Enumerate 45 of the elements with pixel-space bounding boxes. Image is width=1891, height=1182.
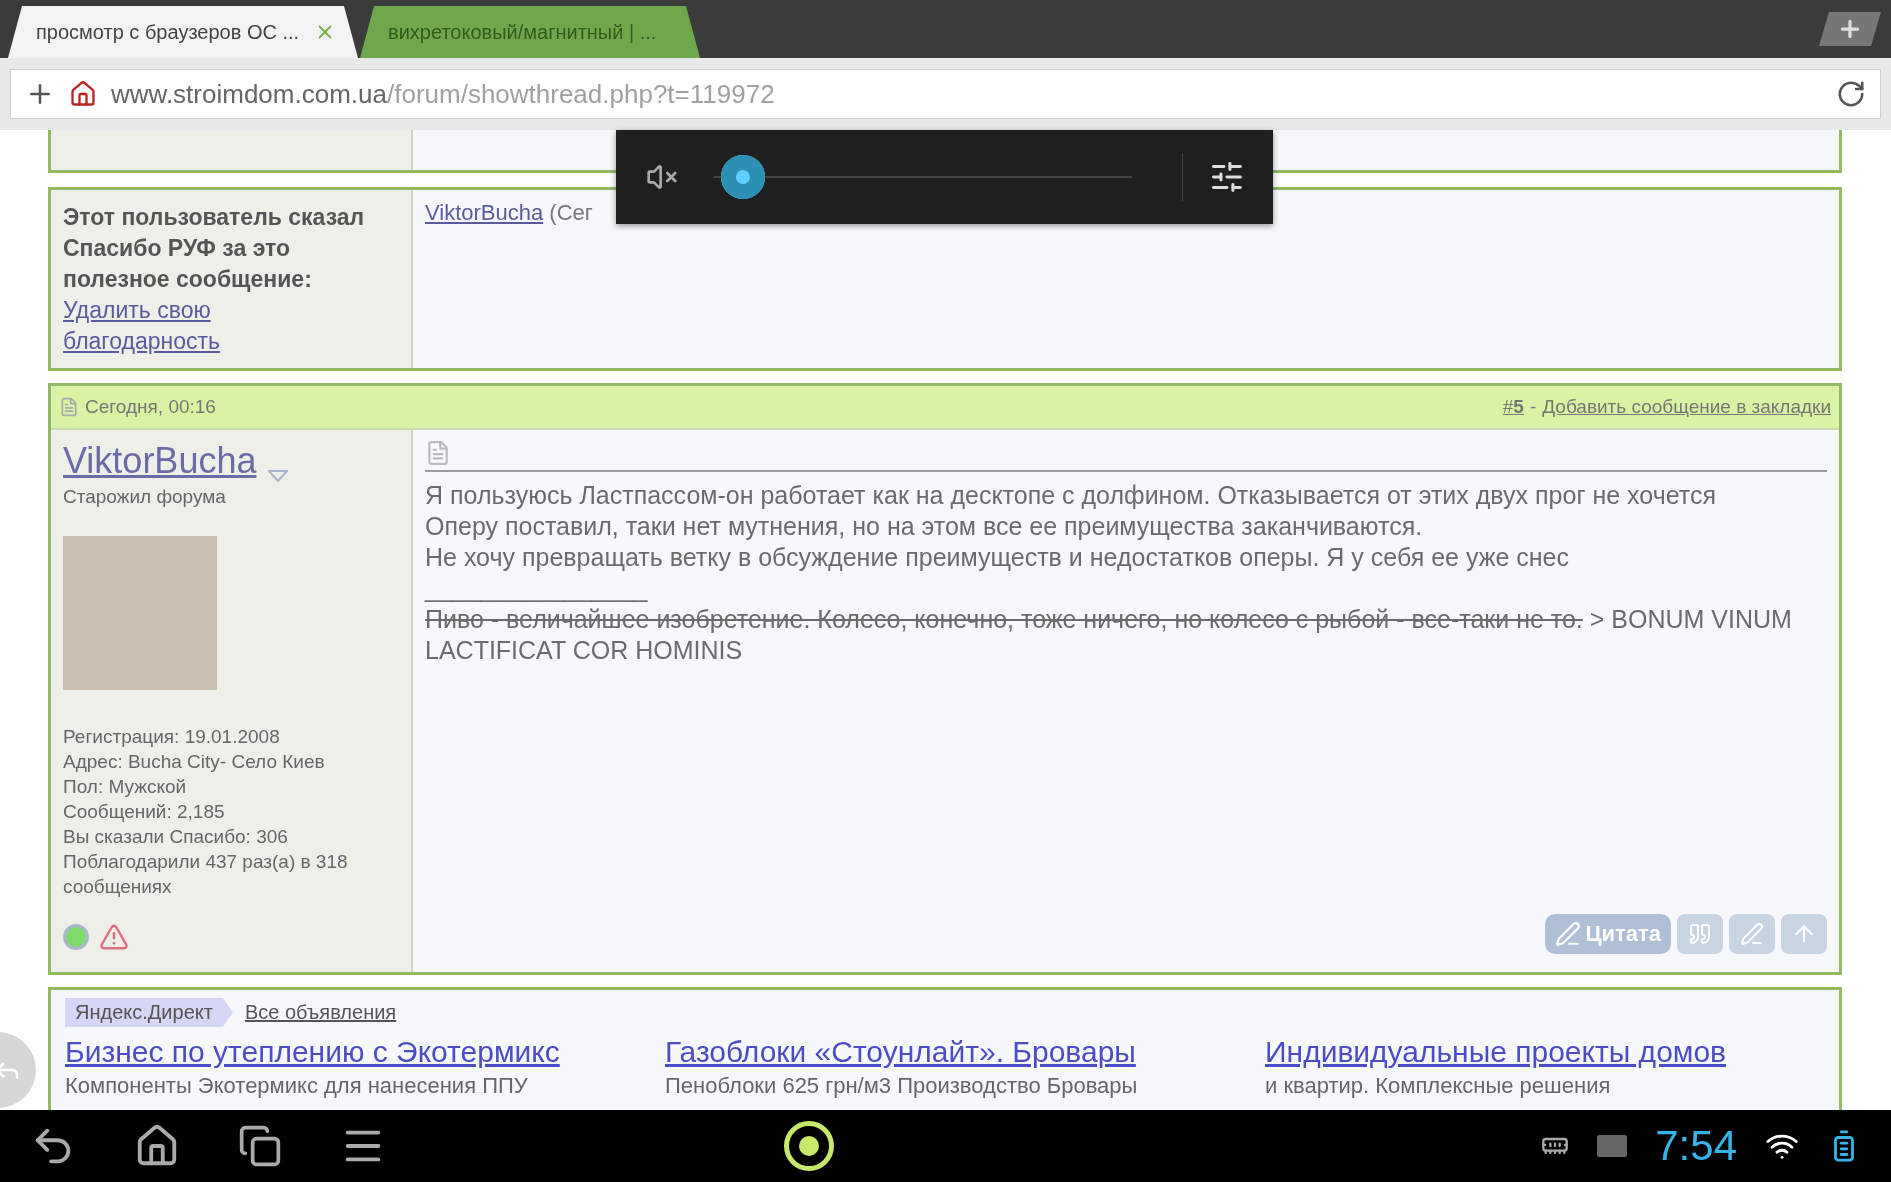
reload-icon[interactable] (1836, 79, 1866, 109)
ad-text: Пеноблоки 625 грн/м3 Производство Бровары (665, 1073, 1139, 1099)
post-icon (59, 397, 79, 417)
post-text: Не хочу превращать ветку в обсуждение преимуществ и недостатков оперы. Я у себя ее уже снес (425, 542, 1570, 573)
ad-title-link[interactable]: Бизнес по утеплению с Экотермикс (65, 1035, 665, 1069)
all-ads-link[interactable]: Все объявления (244, 1001, 397, 1024)
address-field[interactable]: www.stroimdom.com.ua/forum/showthread.php?t=119972 (10, 69, 1881, 119)
user-stat: Регистрация: 19.01.2008 (63, 725, 281, 749)
user-stat: Адрес: Bucha City- Село Киев (63, 750, 326, 774)
ad-title-link[interactable]: Газоблоки «Стоунлайт». Бровары (665, 1035, 1265, 1069)
app-notification-icon (1597, 1135, 1628, 1157)
remove-thanks-link[interactable]: Удалить свою благодарность (63, 295, 371, 357)
username-link[interactable]: ViktorBucha (63, 440, 257, 482)
user-link[interactable]: ViktorBucha (425, 200, 544, 226)
ad-text: Компоненты Экотермикс для нанесения ППУ (65, 1073, 529, 1099)
post-text: Оперу поставил, таки нет мутнения, но на этом все ее преимущества заканчиваются. (425, 511, 1424, 542)
post-date: Сегодня, 00:16 (85, 396, 216, 418)
pen-icon (1555, 921, 1582, 947)
user-stat: Поблагодарили 437 раз(а) в 318 сообщениях (63, 850, 349, 899)
slider-thumb[interactable] (721, 155, 766, 199)
user-rank: Старожил форума (63, 486, 227, 508)
separator-text: - (1529, 396, 1537, 418)
bookmark-link[interactable]: Добавить сообщение в закладки (1542, 396, 1831, 418)
user-stat: Сообщений: 2,185 (63, 800, 226, 824)
warning-icon[interactable] (99, 922, 129, 952)
ad-label: Яндекс.Директ (65, 998, 233, 1027)
house-icon (69, 80, 97, 108)
user-stat: Вы сказали Спасибо: 306 (63, 825, 289, 849)
user-stat: Пол: Мужской (63, 775, 188, 799)
pen-icon (1740, 922, 1764, 946)
browser-tab[interactable]: просмотр с браузеров ОС ... (8, 6, 358, 58)
post-text: Я пользуюсь Ластпассом-он работает как на десктопе с долфином. Отказывается от этих двух прог не хочется (425, 480, 1717, 511)
recent-apps-icon[interactable] (238, 1124, 282, 1168)
clock-time: 7:54 (1655, 1122, 1737, 1170)
settings-icon[interactable] (1209, 159, 1245, 195)
quote-icon (1688, 922, 1712, 946)
ad-text: и квартир. Комплексные решения (1265, 1073, 1612, 1099)
thanks-note: (Сег (549, 200, 593, 225)
signature-rule: ________________ (425, 573, 649, 604)
signature-text: Пиво - величайшее изобретение. Колесо, конечно, тоже ничего, но колесо с рыбой - все-таки не то. > BONUM VINUM LACTIFICAT COR HOMINIS (425, 604, 1793, 666)
post-number-link[interactable]: #5 (1502, 396, 1524, 418)
ad-title-link[interactable]: Индивидуальные проекты домов (1265, 1035, 1825, 1069)
document-icon (425, 440, 451, 466)
thanks-label: Этот пользователь сказал Спасибо РУФ за это полезное сообщение: (63, 203, 366, 294)
ring-button[interactable] (784, 1121, 834, 1171)
